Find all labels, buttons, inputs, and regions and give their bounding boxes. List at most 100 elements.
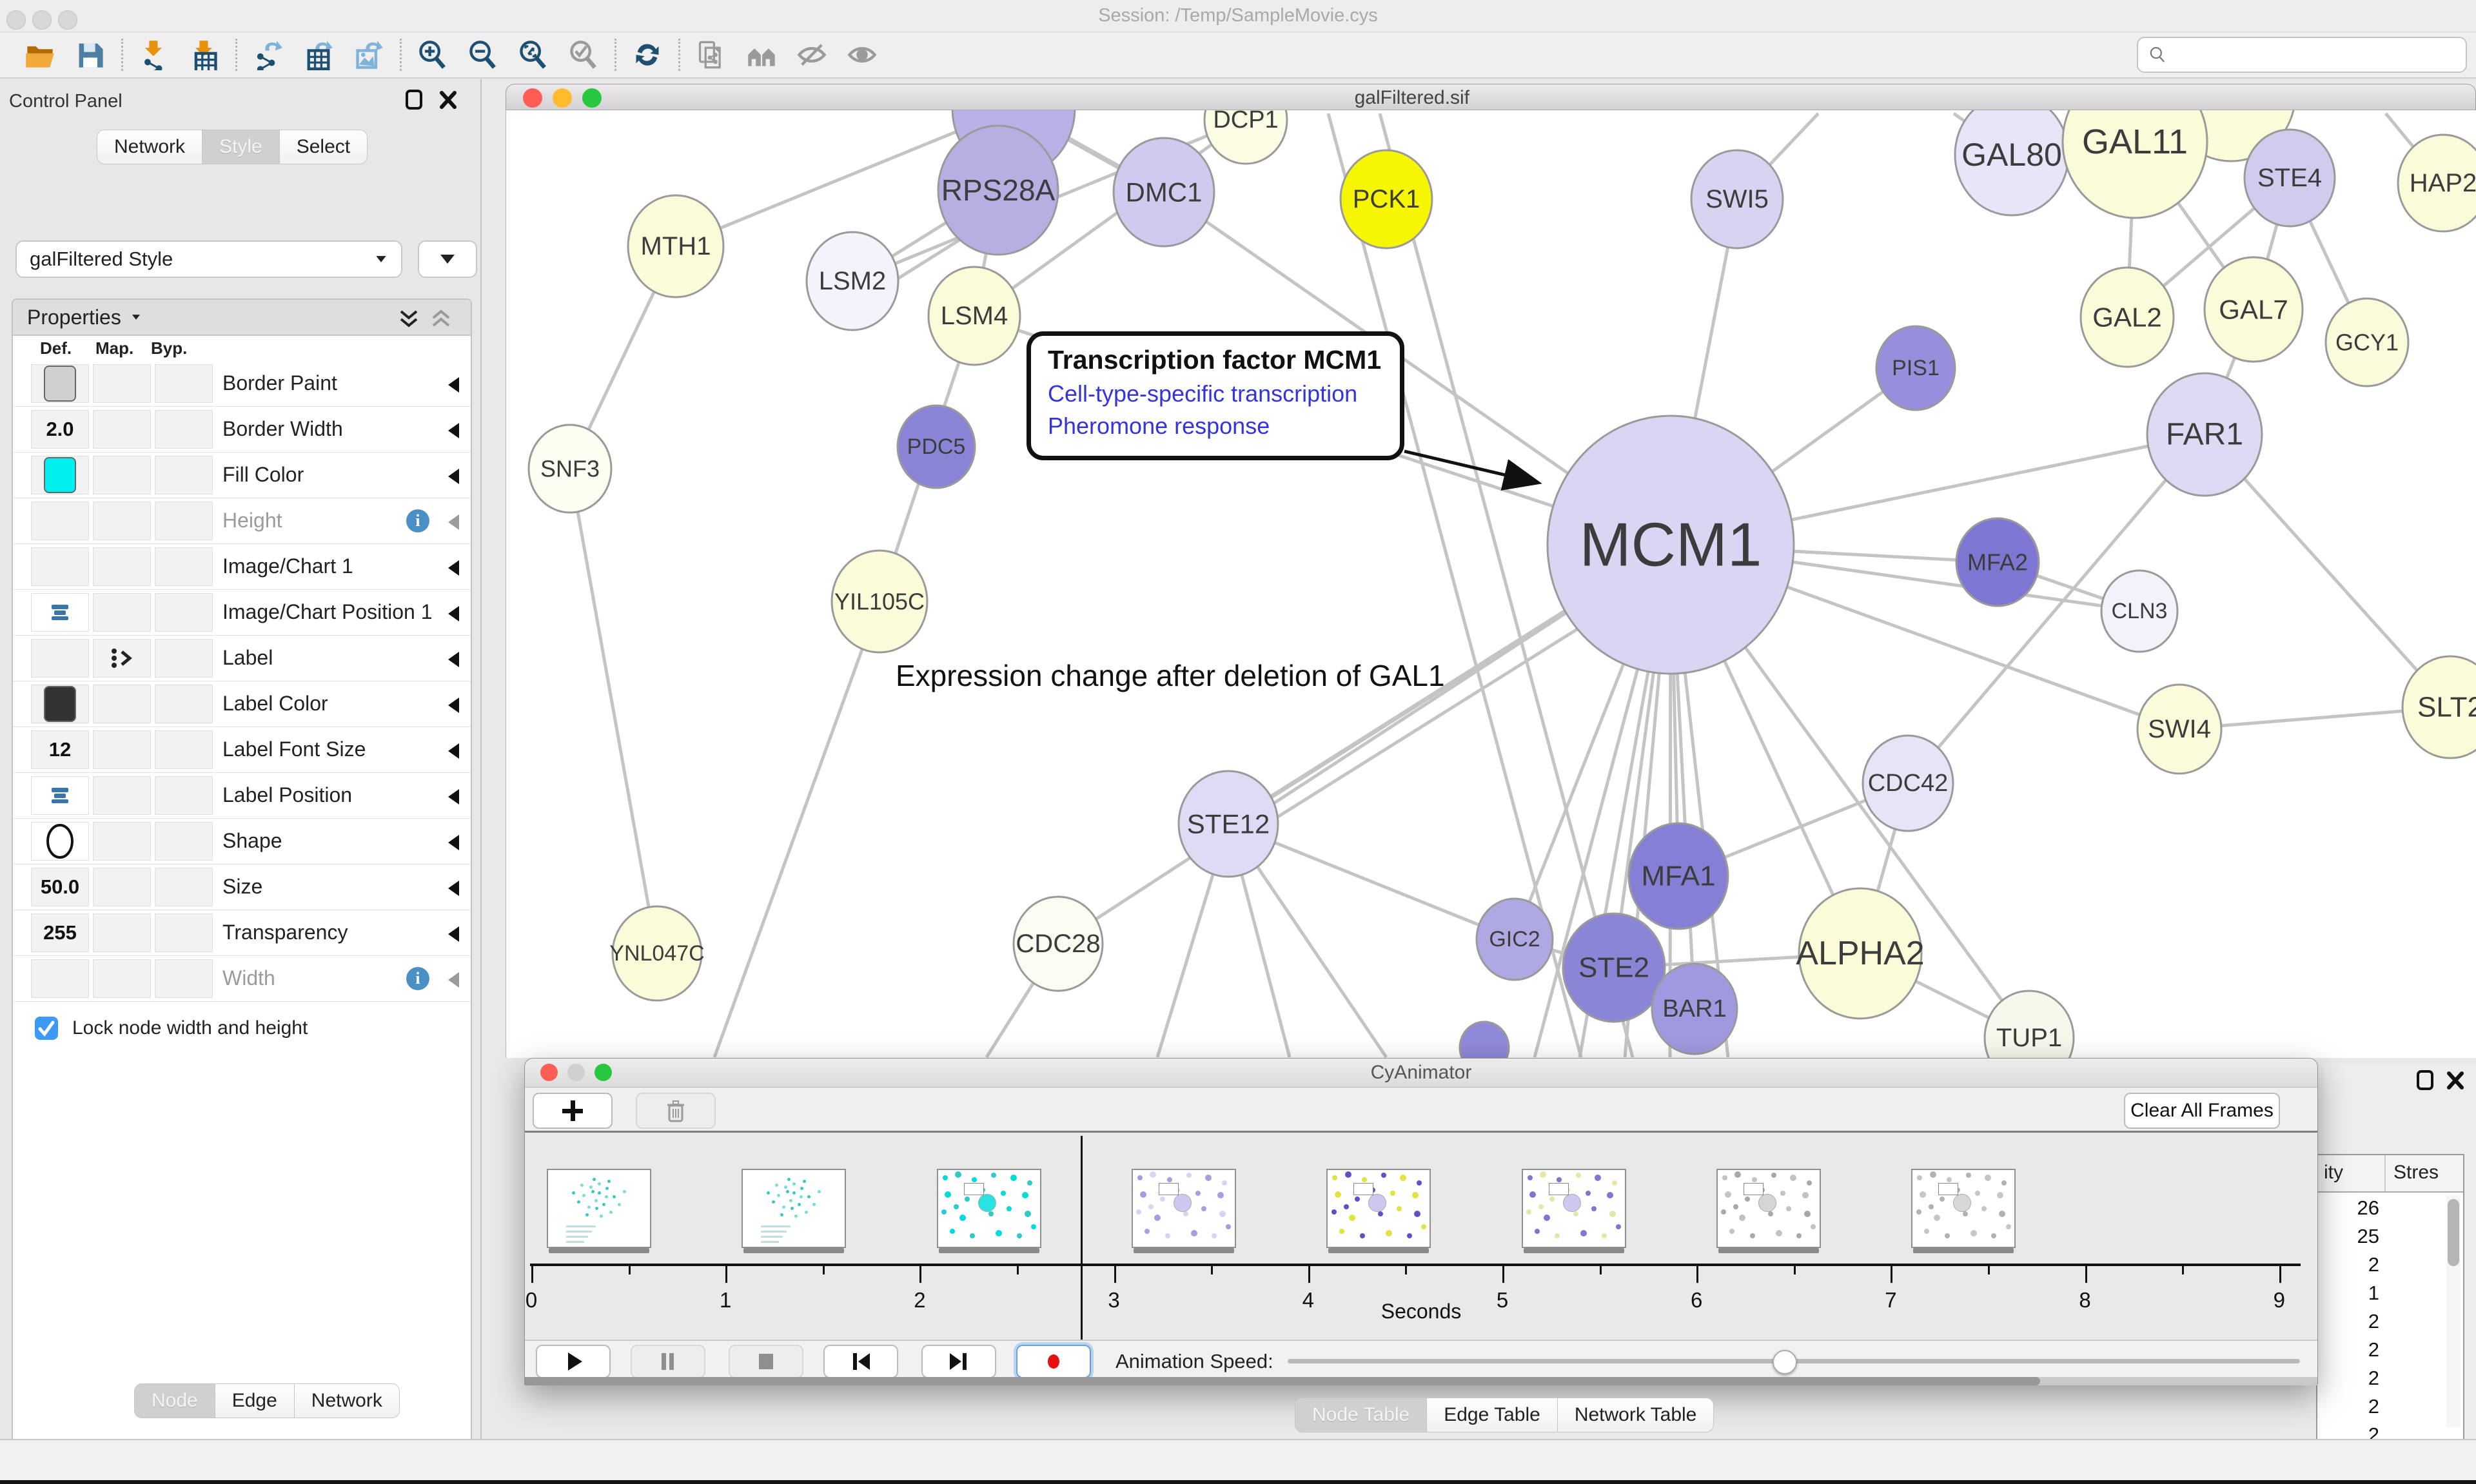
- zoom-in-button[interactable]: [416, 38, 449, 72]
- frame-thumbnail-6[interactable]: [1716, 1169, 1821, 1248]
- expand-row-icon[interactable]: [448, 881, 459, 896]
- collapse-all-icon[interactable]: [428, 306, 454, 332]
- default-value-cell[interactable]: [31, 639, 89, 678]
- import-table-button[interactable]: [188, 38, 221, 72]
- network-node-GAL11[interactable]: GAL11: [2063, 110, 2207, 218]
- lock-size-checkbox[interactable]: [35, 1017, 58, 1040]
- mapping-cell[interactable]: [93, 593, 151, 632]
- mapping-cell[interactable]: [93, 364, 151, 403]
- tab-network[interactable]: Network: [97, 130, 202, 164]
- save-session-button[interactable]: [74, 38, 107, 72]
- default-value-cell[interactable]: 12: [31, 730, 89, 769]
- network-node-SWI4[interactable]: SWI4: [2137, 685, 2221, 774]
- table-row[interactable]: 2: [2317, 1310, 2379, 1338]
- property-row-label-font-size[interactable]: 12Label Font Size: [13, 727, 471, 773]
- default-value-cell[interactable]: 2.0: [31, 410, 89, 449]
- network-node-GAL2[interactable]: GAL2: [2081, 268, 2174, 367]
- zoom-fit-button[interactable]: [516, 38, 550, 72]
- annotation-link-2[interactable]: Pheromone response: [1048, 413, 1400, 440]
- property-row-label[interactable]: Label: [13, 635, 471, 681]
- tab-node[interactable]: Node: [134, 1383, 215, 1418]
- bypass-cell[interactable]: [155, 685, 213, 723]
- default-value-cell[interactable]: [31, 502, 89, 540]
- property-row-fill-color[interactable]: Fill Color: [13, 452, 471, 498]
- network-node-GCY1[interactable]: GCY1: [2326, 298, 2408, 386]
- network-node-YIL105C[interactable]: YIL105C: [832, 551, 927, 652]
- frame-thumbnail-3[interactable]: [1132, 1169, 1236, 1248]
- network-node-partial[interactable]: [1460, 1022, 1509, 1058]
- default-value-cell[interactable]: [31, 685, 89, 723]
- expand-row-icon[interactable]: [448, 835, 459, 850]
- frame-thumbnail-7[interactable]: [1911, 1169, 2016, 1248]
- search-input[interactable]: [2137, 37, 2467, 73]
- duplicate-network-button[interactable]: [694, 38, 728, 72]
- expand-row-icon[interactable]: [448, 652, 459, 667]
- first-neighbors-button[interactable]: [745, 38, 778, 72]
- default-value-cell[interactable]: [31, 822, 89, 861]
- table-row[interactable]: 2: [2317, 1338, 2379, 1367]
- close-panel-icon[interactable]: [2445, 1070, 2466, 1094]
- pause-button[interactable]: [631, 1345, 705, 1378]
- float-panel-icon[interactable]: [404, 90, 425, 113]
- expand-row-icon[interactable]: [448, 698, 459, 713]
- tab-select[interactable]: Select: [280, 130, 368, 164]
- default-value-cell[interactable]: [31, 959, 89, 998]
- expand-row-icon[interactable]: [448, 423, 459, 438]
- network-node-PCK1[interactable]: PCK1: [1341, 150, 1432, 248]
- info-icon[interactable]: i: [406, 509, 429, 532]
- annotation-link-1[interactable]: Cell-type-specific transcription: [1048, 380, 1400, 407]
- property-row-image-chart-position-1[interactable]: Image/Chart Position 1: [13, 589, 471, 636]
- mapping-cell[interactable]: [93, 776, 151, 815]
- float-panel-icon[interactable]: [2415, 1070, 2436, 1094]
- tab-edge[interactable]: Edge: [215, 1383, 295, 1418]
- slider-thumb[interactable]: [1773, 1350, 1797, 1374]
- network-node-GIC2[interactable]: GIC2: [1477, 899, 1553, 980]
- default-value-cell[interactable]: [31, 456, 89, 494]
- zoom-traffic-light[interactable]: [58, 10, 77, 30]
- network-node-DCP1[interactable]: DCP1: [1204, 110, 1287, 164]
- record-button[interactable]: [1016, 1345, 1091, 1378]
- annotation-box[interactable]: Transcription factor MCM1 Cell-type-spec…: [1027, 331, 1404, 460]
- bypass-cell[interactable]: [155, 547, 213, 586]
- style-options-button[interactable]: [418, 240, 477, 278]
- network-node-ALPHA2[interactable]: ALPHA2: [1796, 888, 1924, 1019]
- property-row-size[interactable]: 50.0Size: [13, 864, 471, 910]
- default-value-cell[interactable]: [31, 776, 89, 815]
- mapping-cell[interactable]: [93, 456, 151, 494]
- mapping-cell[interactable]: [93, 639, 151, 678]
- play-button[interactable]: [536, 1345, 611, 1378]
- network-node-GAL80[interactable]: GAL80: [1955, 110, 2068, 215]
- bypass-cell[interactable]: [155, 776, 213, 815]
- expand-row-icon[interactable]: [448, 789, 459, 805]
- mapping-cell[interactable]: [93, 913, 151, 952]
- default-value-cell[interactable]: 255: [31, 913, 89, 952]
- zoom-selected-button[interactable]: [567, 38, 600, 72]
- network-node-MFA2[interactable]: MFA2: [1956, 518, 2039, 606]
- network-node-RPS28A[interactable]: RPS28A: [938, 126, 1058, 255]
- property-row-border-paint[interactable]: Border Paint: [13, 360, 471, 407]
- frame-thumbnail-2[interactable]: [937, 1169, 1041, 1248]
- bypass-cell[interactable]: [155, 456, 213, 494]
- mapping-cell[interactable]: [93, 730, 151, 769]
- bypass-cell[interactable]: [155, 868, 213, 906]
- property-row-image-chart-1[interactable]: Image/Chart 1: [13, 543, 471, 590]
- zoom-out-button[interactable]: [466, 38, 500, 72]
- properties-header[interactable]: Properties: [27, 306, 121, 329]
- mapping-cell[interactable]: [93, 502, 151, 540]
- expand-row-icon[interactable]: [448, 606, 459, 621]
- hide-selected-button[interactable]: [795, 38, 829, 72]
- network-node-STE2[interactable]: STE2: [1563, 913, 1665, 1022]
- table-row[interactable]: 2: [2317, 1253, 2379, 1282]
- property-row-transparency[interactable]: 255Transparency: [13, 910, 471, 956]
- property-row-border-width[interactable]: 2.0Border Width: [13, 406, 471, 453]
- expand-row-icon[interactable]: [448, 972, 459, 988]
- network-node-MTH1[interactable]: MTH1: [628, 195, 723, 297]
- expand-row-icon[interactable]: [448, 560, 459, 576]
- stop-button[interactable]: [729, 1345, 803, 1378]
- mapping-cell[interactable]: [93, 547, 151, 586]
- frame-thumbnail-4[interactable]: [1326, 1169, 1431, 1248]
- property-row-width[interactable]: Widthi: [13, 955, 471, 1002]
- table-scrollbar[interactable]: [2446, 1195, 2461, 1427]
- bypass-cell[interactable]: [155, 822, 213, 861]
- minimize-traffic-light[interactable]: [32, 10, 52, 30]
